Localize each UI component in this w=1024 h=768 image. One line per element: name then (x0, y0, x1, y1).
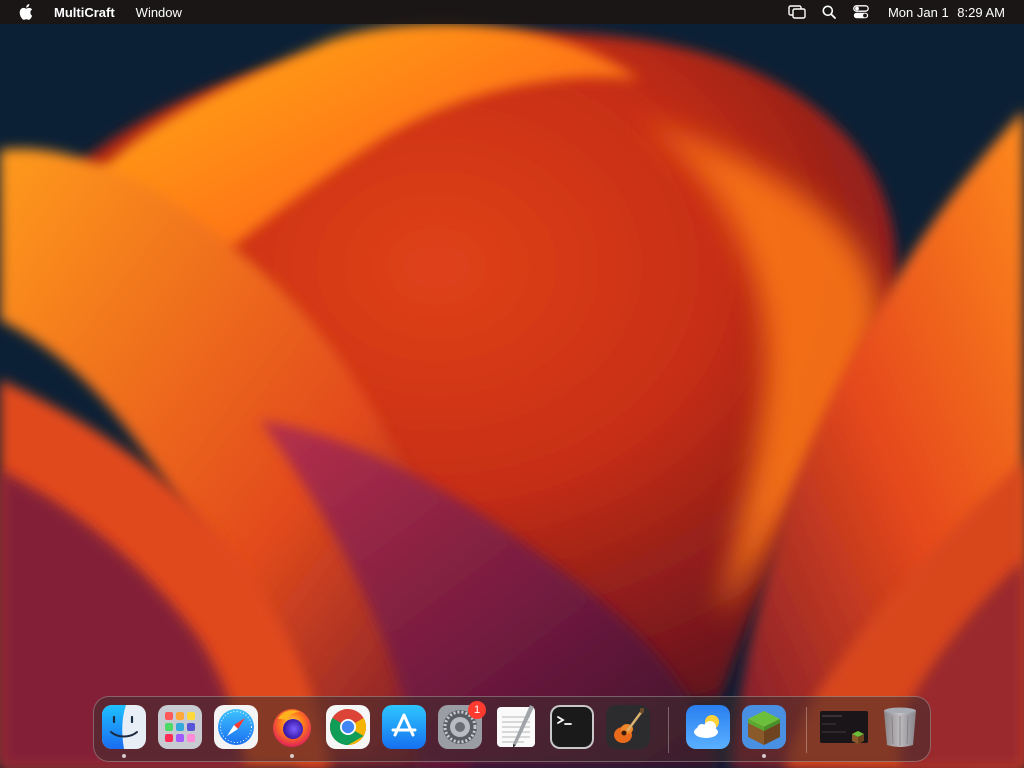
menu-window[interactable]: Window (136, 5, 182, 20)
apple-logo-icon[interactable] (18, 4, 34, 20)
chrome-icon (326, 705, 370, 749)
dock-item-multicraft[interactable] (742, 705, 786, 758)
menu-bar-clock[interactable]: Mon Jan 1 8:29 AM (888, 5, 1005, 20)
active-app-name[interactable]: MultiCraft (54, 5, 115, 20)
launchpad-icon (158, 705, 202, 749)
dock-divider (806, 707, 807, 753)
dock-item-chrome[interactable] (326, 705, 370, 749)
dock-item-trash[interactable] (878, 705, 922, 749)
dock-divider (668, 707, 669, 753)
dock-item-system-settings[interactable]: 1 (438, 701, 486, 749)
dock-item-app-store[interactable] (382, 705, 426, 749)
dock-item-firefox[interactable] (270, 705, 314, 758)
dock: 1 (93, 696, 931, 762)
desktop-wallpaper (0, 0, 1024, 768)
dock-item-terminal[interactable] (550, 705, 594, 749)
screen-mirroring-icon[interactable] (786, 3, 808, 21)
notification-badge: 1 (468, 701, 486, 719)
trash-icon (884, 707, 916, 747)
dock-item-minimized-window[interactable] (820, 705, 868, 749)
dock-item-safari[interactable] (214, 705, 258, 749)
dock-item-finder[interactable] (102, 705, 146, 758)
minimized-window-thumbnail (820, 711, 868, 744)
running-indicator (762, 754, 766, 758)
garageband-guitar-icon (606, 705, 650, 749)
dock-item-textedit[interactable] (494, 705, 538, 749)
dock-item-weather[interactable] (686, 705, 730, 749)
terminal-icon (550, 705, 594, 749)
firefox-icon (273, 709, 311, 747)
running-indicator (290, 754, 294, 758)
finder-icon (102, 705, 146, 749)
clock-time: 8:29 AM (957, 4, 1005, 20)
multicraft-grass-block-icon (742, 705, 786, 749)
safari-icon (214, 705, 258, 749)
weather-icon (686, 705, 730, 749)
menu-bar: MultiCraft Window Mon Jan 1 8:29 AM (0, 0, 1024, 24)
spotlight-search-icon[interactable] (818, 3, 840, 21)
control-center-icon[interactable] (850, 3, 872, 21)
textedit-icon (497, 705, 535, 748)
clock-date: Mon Jan 1 (887, 4, 949, 20)
dock-item-garageband[interactable] (606, 705, 650, 749)
app-store-icon (382, 705, 426, 749)
dock-item-launchpad[interactable] (158, 705, 202, 749)
running-indicator (122, 754, 126, 758)
